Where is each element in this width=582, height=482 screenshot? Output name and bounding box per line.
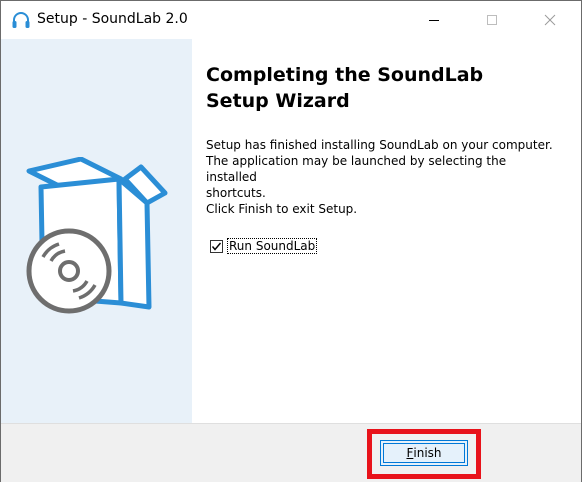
minimize-icon bbox=[428, 11, 440, 30]
completion-message-line1: Setup has finished installing SoundLab o… bbox=[206, 138, 553, 152]
setup-window: Setup - SoundLab 2.0 Completing the Soun… bbox=[0, 0, 582, 482]
finish-button-label: inish bbox=[413, 446, 442, 460]
completion-message-line2: The application may be launched by selec… bbox=[206, 154, 507, 184]
page-title: Completing the SoundLab Setup Wizard bbox=[206, 62, 536, 114]
exit-instruction: Click Finish to exit Setup. bbox=[206, 202, 358, 216]
finish-button-mnemonic: F bbox=[406, 446, 414, 460]
page-title-line2: Setup Wizard bbox=[206, 90, 350, 112]
close-icon bbox=[544, 11, 556, 30]
window-title: Setup - SoundLab 2.0 bbox=[37, 11, 188, 27]
minimize-button[interactable] bbox=[405, 1, 463, 39]
title-bar[interactable]: Setup - SoundLab 2.0 bbox=[1, 1, 581, 39]
button-bar: Finish bbox=[1, 423, 581, 482]
close-button[interactable] bbox=[521, 1, 579, 39]
run-soundlab-option[interactable]: Run SoundLab bbox=[210, 237, 318, 255]
wizard-side-panel bbox=[1, 39, 192, 423]
software-box-with-disc-icon bbox=[21, 156, 171, 347]
run-soundlab-checkbox[interactable] bbox=[210, 239, 223, 253]
maximize-icon bbox=[486, 11, 498, 30]
page-title-line1: Completing the SoundLab bbox=[206, 64, 484, 86]
run-soundlab-label[interactable]: Run SoundLab bbox=[227, 238, 318, 254]
headphones-icon bbox=[11, 10, 31, 30]
maximize-button bbox=[463, 1, 521, 39]
completion-message-line3: shortcuts. bbox=[206, 186, 266, 200]
completion-message: Setup has finished installing SoundLab o… bbox=[206, 137, 556, 201]
finish-button[interactable]: Finish bbox=[380, 440, 468, 466]
